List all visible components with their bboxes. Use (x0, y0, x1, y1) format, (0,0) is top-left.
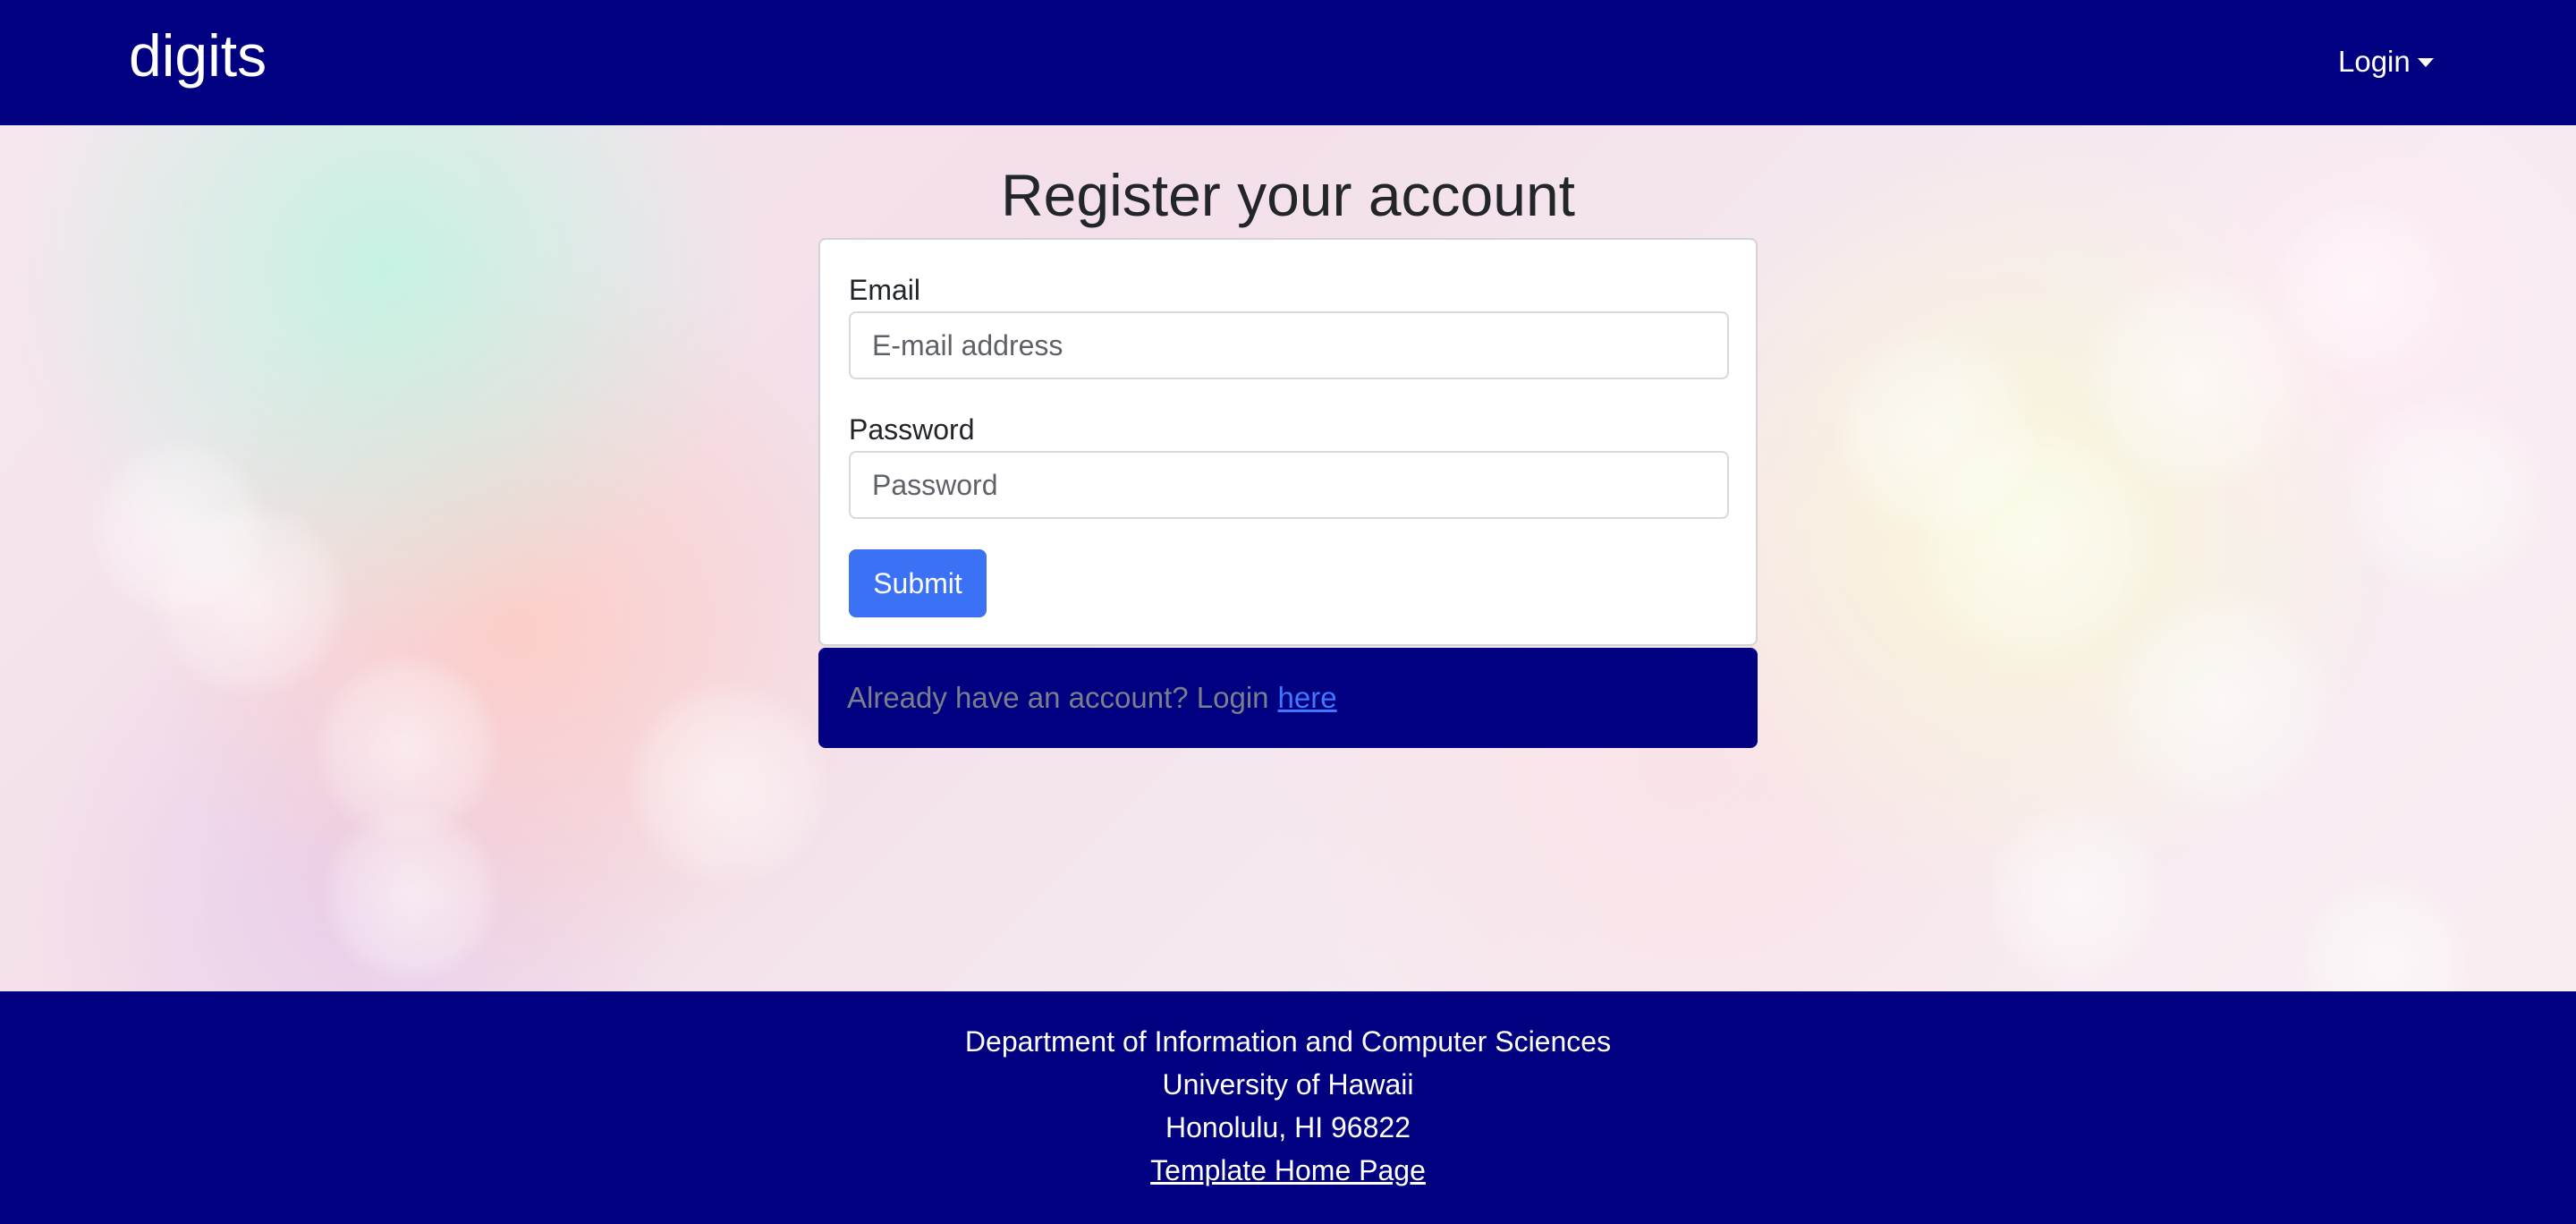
footer-address: Honolulu, HI 96822 (1165, 1111, 1411, 1143)
register-form-card: Email Password Submit (818, 238, 1758, 646)
footer-link-container: Template Home Page (0, 1152, 2576, 1188)
footer: Department of Information and Computer S… (0, 991, 2576, 1224)
background-bokeh (1986, 805, 2165, 984)
login-prompt-text: Already have an account? Login (847, 681, 1269, 714)
footer-department: Department of Information and Computer S… (964, 1025, 1612, 1058)
background-bokeh (2299, 877, 2469, 991)
email-label: Email (849, 274, 921, 306)
brand-logo[interactable]: digits (129, 20, 267, 91)
login-prompt: Already have an account? Login here (818, 648, 1758, 748)
background-bokeh (2343, 394, 2549, 599)
login-here-link[interactable]: here (1278, 681, 1337, 715)
chevron-down-icon (2417, 58, 2434, 67)
password-field[interactable] (849, 451, 1729, 519)
background-bokeh (626, 680, 832, 886)
background-bokeh (2111, 591, 2334, 814)
submit-button[interactable]: Submit (849, 549, 987, 617)
password-label: Password (849, 413, 975, 446)
background-bokeh (152, 501, 349, 698)
main-content: Register your account Email Password Sub… (0, 125, 2576, 991)
footer-university: University of Hawaii (1162, 1068, 1414, 1101)
email-field[interactable] (849, 311, 1729, 379)
page-title: Register your account (1001, 162, 1575, 228)
background-bokeh (1914, 421, 2156, 662)
login-dropdown-label: Login (2338, 45, 2411, 78)
template-home-link[interactable]: Template Home Page (1150, 1154, 1426, 1186)
top-navbar: digits Login (0, 0, 2576, 125)
background-bokeh (322, 805, 501, 984)
login-dropdown[interactable]: Login (2338, 39, 2434, 84)
